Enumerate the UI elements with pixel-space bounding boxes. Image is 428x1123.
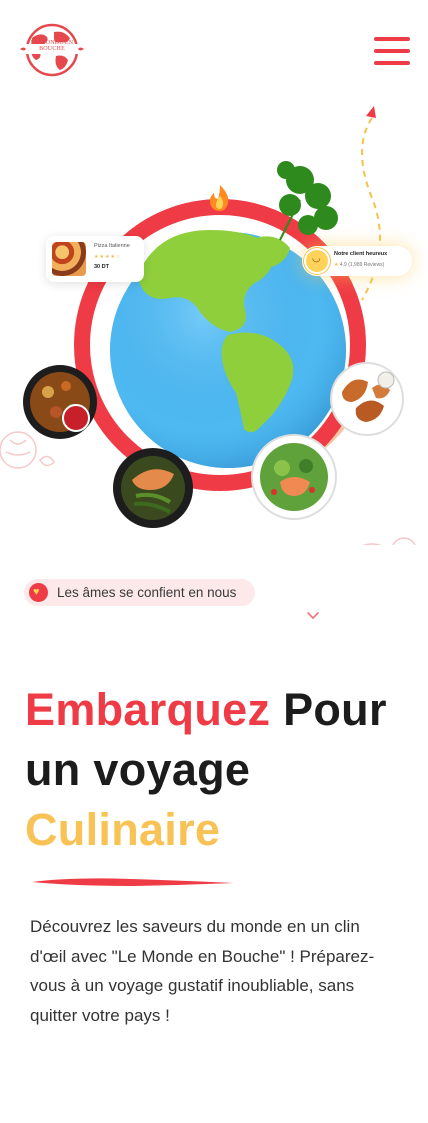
pizza-thumbnail (52, 242, 86, 276)
lemon-decoration-icon (362, 537, 416, 545)
plate-curry (23, 365, 97, 439)
hero-heading: Embarquez Pour un voyage Culinaire (25, 680, 420, 860)
trust-badge-text: Les âmes se confient en nous (57, 585, 237, 600)
happy-client-card: ◡ Notre client heureux ★ 4.9 (1,989 Revi… (302, 246, 412, 276)
header: LE MONDE EN BOUCHE (0, 0, 428, 100)
plate-salmon-salad (251, 434, 337, 520)
pizza-stars: ★★★★☆ (94, 254, 122, 260)
heading-word-embarquez: Embarquez (25, 684, 271, 735)
hero-description: Découvrez les saveurs du monde en un cli… (30, 917, 375, 1025)
pizza-card[interactable]: Pizza Italienne ★★★★☆ 30 DT (46, 236, 144, 282)
pizza-price: 30 DT (94, 264, 109, 270)
heading-word-culinaire: Culinaire (25, 804, 221, 855)
chevron-down-icon[interactable] (305, 610, 321, 622)
client-card-title: Notre client heureux (334, 251, 388, 257)
brand-logo[interactable]: LE MONDE EN BOUCHE (18, 22, 86, 78)
client-rating-text: 4.9 (1,989 Reviews) (339, 262, 385, 268)
fire-icon (209, 185, 229, 211)
fruit-decoration-icon (0, 431, 55, 469)
heart-icon: ♥ (29, 583, 48, 602)
plate-grilled-fish (113, 448, 193, 528)
logo-text: LE MONDE EN BOUCHE (30, 40, 74, 52)
plate-grilled-chicken (330, 362, 404, 436)
star-icon: ★ (334, 262, 339, 268)
trust-badge: ♥ Les âmes se confient en nous (24, 579, 255, 606)
heading-line-2: un voyage (25, 744, 251, 795)
brush-underline-decoration (32, 878, 234, 886)
client-rating: ★ 4.9 (1,989 Reviews) (334, 262, 384, 268)
smiley-icon: ◡ (304, 248, 330, 274)
pizza-title: Pizza Italienne (94, 243, 130, 249)
hamburger-menu-icon[interactable] (372, 35, 412, 67)
heading-word-pour: Pour (270, 684, 387, 735)
herb-decoration-icon (277, 161, 338, 241)
hero-illustration (0, 95, 428, 545)
